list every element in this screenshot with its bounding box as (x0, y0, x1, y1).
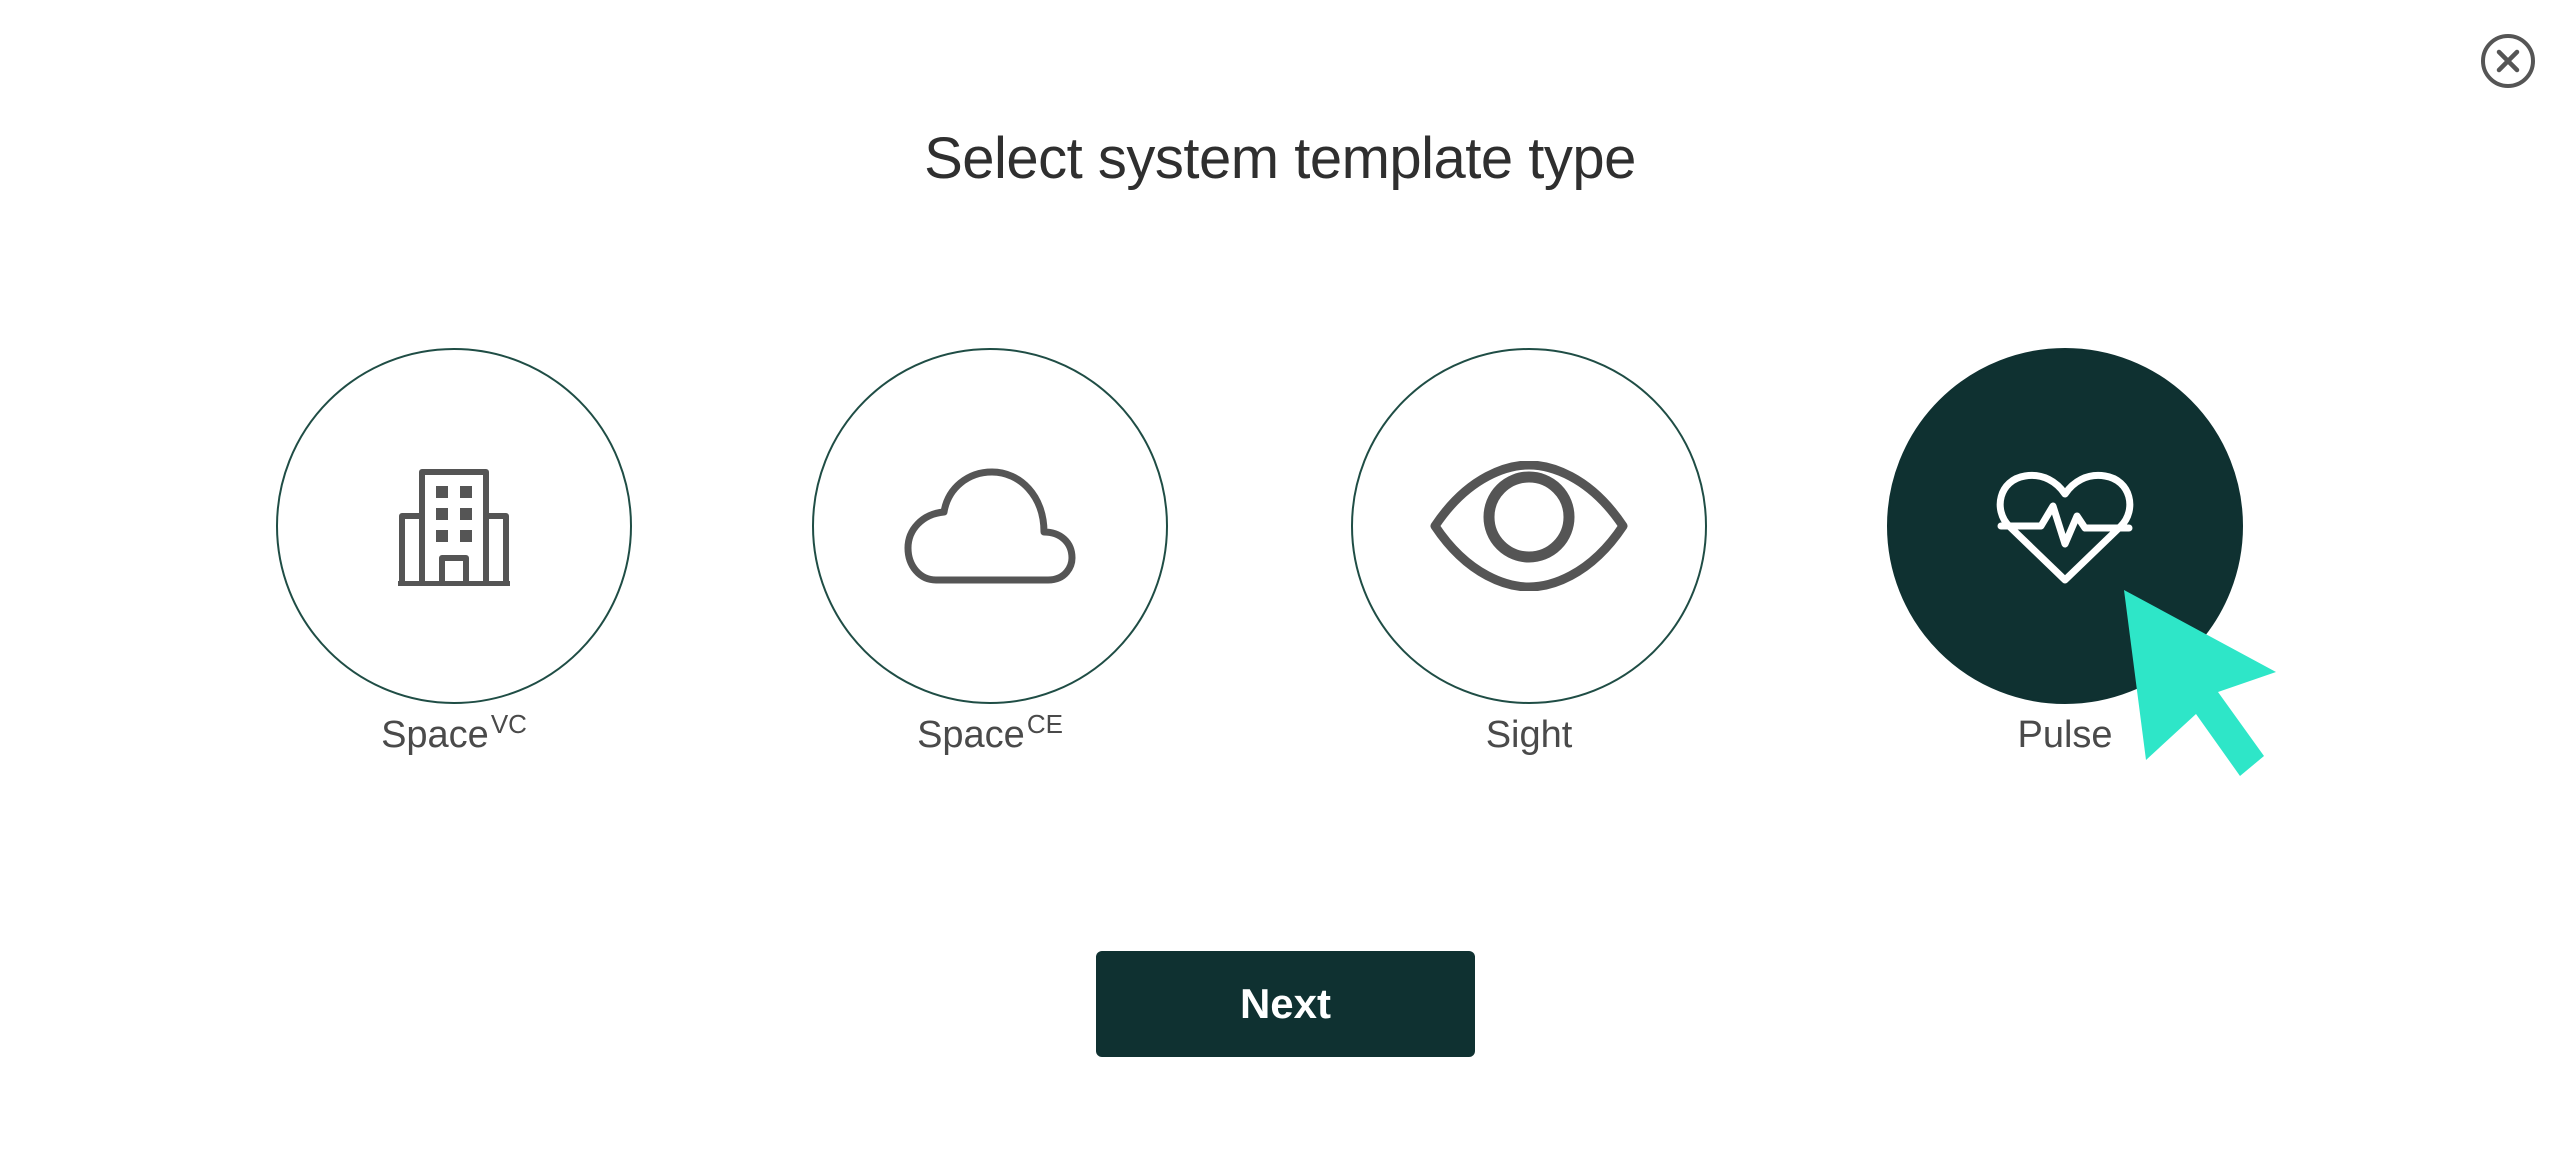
option-label: Sight (1485, 714, 1573, 756)
template-type-dialog: Select system template type SpaceVC Spac… (0, 0, 2560, 1175)
close-button[interactable] (2479, 32, 2537, 90)
option-superscript: VC (490, 709, 527, 739)
next-button[interactable]: Next (1096, 951, 1475, 1057)
close-circle-icon (2481, 34, 2535, 88)
option-space-vc[interactable]: SpaceVC (276, 348, 632, 756)
eye-icon (1430, 461, 1628, 591)
option-pulse[interactable]: Pulse (1887, 348, 2243, 756)
option-circle[interactable] (1887, 348, 2243, 704)
building-icon (398, 469, 510, 586)
option-circle[interactable] (812, 348, 1168, 704)
dialog-title: Select system template type (924, 126, 1636, 191)
heart-pulse-icon (1996, 471, 2134, 584)
cloud-icon (904, 468, 1076, 584)
option-label: SpaceVC (381, 709, 527, 756)
option-circle[interactable] (276, 348, 632, 704)
option-superscript: CE (1026, 709, 1063, 739)
option-circle[interactable] (1351, 348, 1707, 704)
option-sight[interactable]: Sight (1351, 348, 1707, 756)
option-label: SpaceCE (917, 709, 1063, 756)
option-label: Pulse (2017, 714, 2113, 756)
option-space-ce[interactable]: SpaceCE (812, 348, 1168, 756)
